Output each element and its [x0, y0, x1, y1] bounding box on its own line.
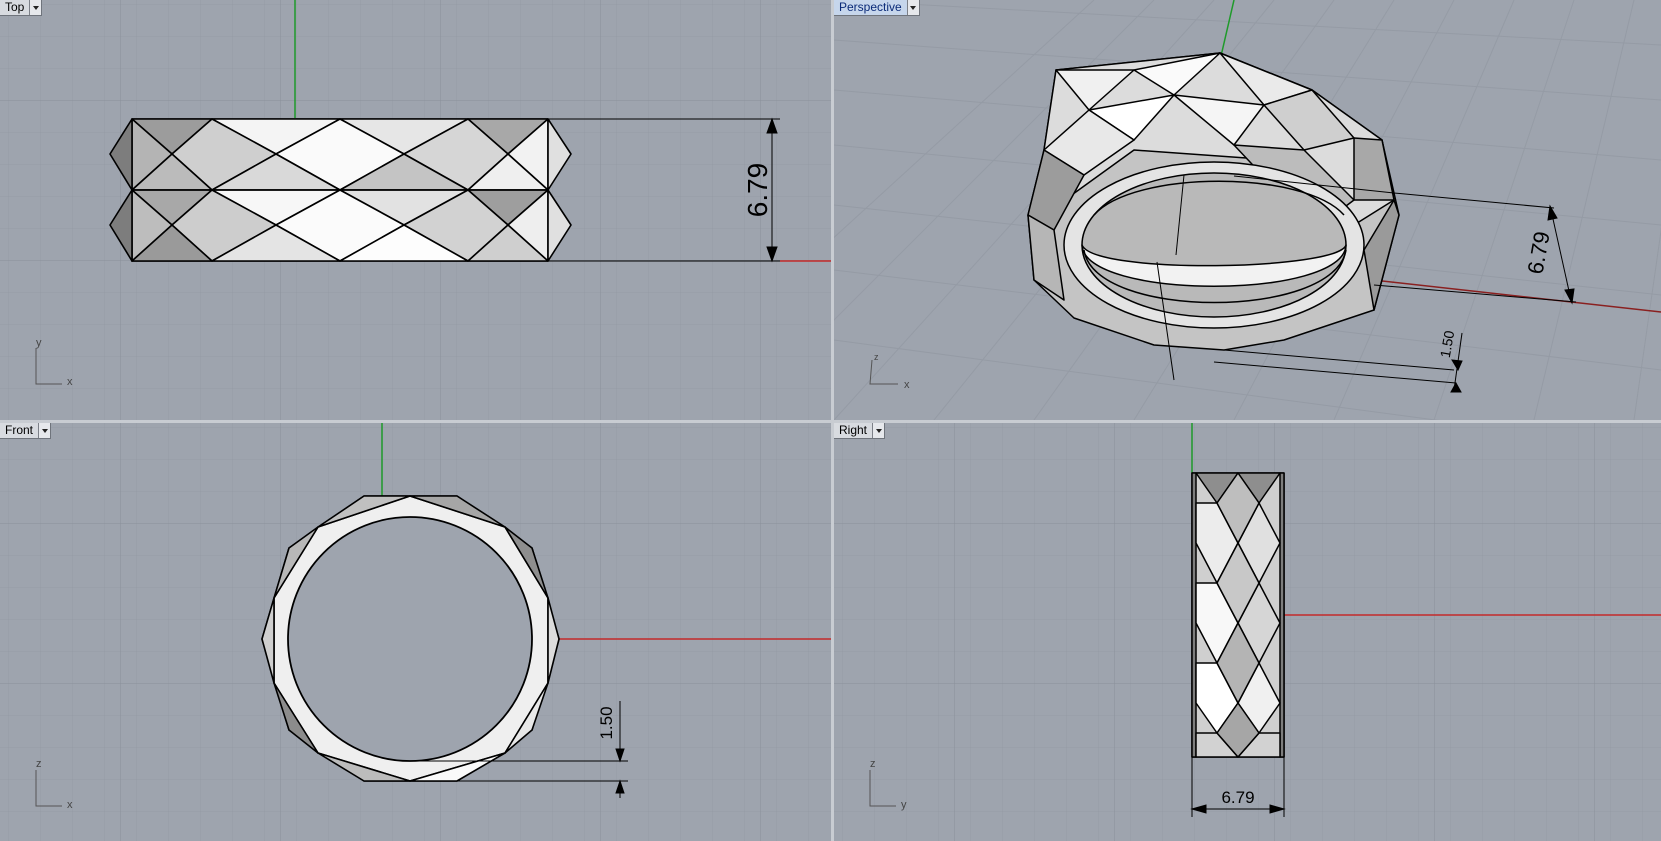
viewport-right-canvas[interactable]: 6.79 z y [834, 423, 1661, 841]
viewport-title[interactable]: Top [0, 0, 29, 15]
dimension-label: 6.79 [742, 163, 773, 218]
axis-widget-x-label: x [67, 376, 73, 388]
ring-model[interactable] [109, 118, 572, 262]
viewport-front[interactable]: 1.50 z x Front [0, 423, 831, 841]
viewport-title[interactable]: Right [834, 423, 872, 438]
axis-widget-y-label: y [901, 799, 907, 811]
axis-widget [869, 359, 898, 385]
axis-widget-z-label: z [874, 352, 879, 362]
dimension-label: 6.79 [1523, 229, 1555, 276]
viewport-title[interactable]: Front [0, 423, 38, 438]
axis-widget-z-label: z [36, 758, 42, 770]
axis-widget-x-label: x [904, 379, 910, 391]
viewport-tab-right[interactable]: Right [834, 423, 886, 439]
viewport-tab-perspective[interactable]: Perspective [834, 0, 920, 16]
viewport-menu-chevron-icon[interactable] [29, 0, 42, 15]
viewport-tab-front[interactable]: Front [0, 423, 52, 439]
viewport-perspective[interactable]: 6.79 1.50 z x Perspective [834, 0, 1661, 420]
viewport-perspective-canvas[interactable]: 6.79 1.50 z x [834, 0, 1661, 420]
viewport-top[interactable]: 6.79 y x Top [0, 0, 831, 420]
axis-widget-z-label: z [870, 758, 876, 770]
viewport-front-canvas[interactable]: 1.50 z x [0, 423, 831, 841]
ring-model[interactable] [1027, 52, 1400, 351]
ring-model[interactable] [261, 495, 560, 782]
dimension-label: 1.50 [597, 706, 616, 739]
viewport-title[interactable]: Perspective [834, 0, 907, 15]
viewport-tab-top[interactable]: Top [0, 0, 43, 16]
axis-widget-y-label: y [36, 337, 42, 349]
dimension-label: 6.79 [1221, 788, 1254, 807]
viewport-top-canvas[interactable]: 6.79 y x [0, 0, 831, 420]
axis-widget-x-label: x [67, 799, 73, 811]
viewport-menu-chevron-icon[interactable] [906, 0, 919, 15]
ring-model[interactable] [1191, 472, 1285, 758]
viewport-menu-chevron-icon[interactable] [38, 423, 51, 438]
viewport-right[interactable]: 6.79 z y Right [834, 423, 1661, 841]
dimension-label-2: 1.50 [1437, 329, 1458, 359]
viewport-menu-chevron-icon[interactable] [872, 423, 885, 438]
